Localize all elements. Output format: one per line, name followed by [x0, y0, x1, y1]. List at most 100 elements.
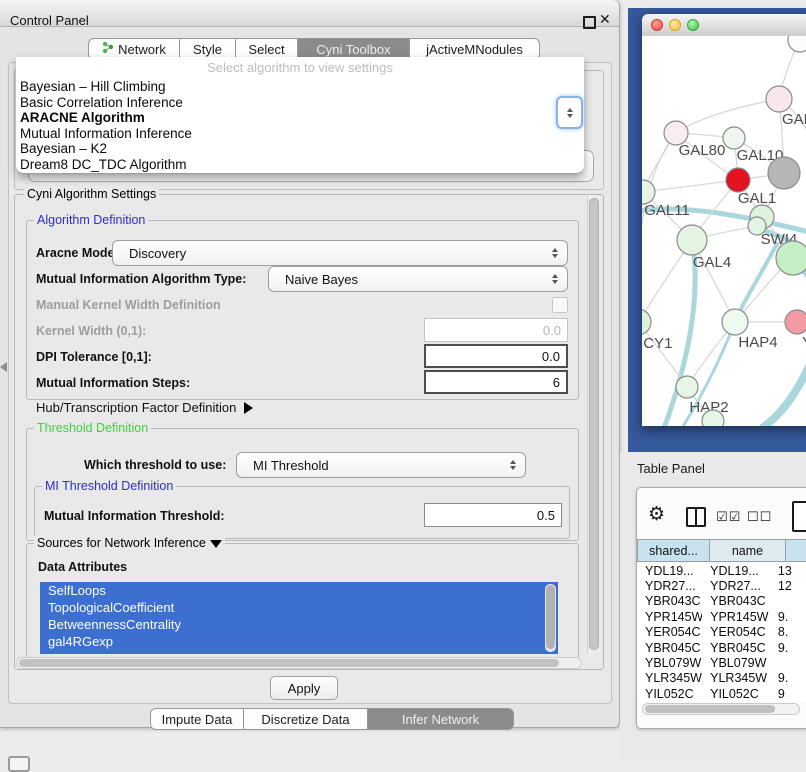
aracne-mode-combo[interactable]: Discovery: [112, 240, 568, 266]
dpi-tolerance-value: 0.0: [542, 349, 560, 364]
algorithm-option-aracne-algorithm[interactable]: ARACNE Algorithm: [16, 110, 584, 126]
network-view-window[interactable]: GALGAL80GAL10GAL1GAL11GAL4SWI4GCY1HAP4YH…: [642, 14, 806, 426]
tab-infer-network[interactable]: Infer Network: [368, 708, 514, 730]
settings-horizontal-scrollbar[interactable]: [16, 657, 582, 669]
network-node-gcy1[interactable]: [642, 309, 651, 335]
table-cell: YBR043C: [702, 594, 770, 608]
network-window-titlebar[interactable]: [642, 14, 806, 37]
mi-threshold-definition-title: MI Threshold Definition: [42, 479, 176, 493]
network-nodes[interactable]: GALGAL80GAL10GAL1GAL11GAL4SWI4GCY1HAP4YH…: [642, 36, 806, 426]
network-node-gal[interactable]: [766, 86, 792, 112]
attributes-scroll-thumb[interactable]: [546, 585, 555, 649]
corner-widget-icon[interactable]: [8, 756, 30, 772]
which-threshold-combo[interactable]: MI Threshold: [236, 452, 526, 478]
network-node[interactable]: [776, 241, 806, 275]
bottom-tab-bar: Impute DataDiscretize DataInfer Network: [150, 708, 514, 730]
manual-kernel-checkbox[interactable]: [552, 297, 568, 313]
tab-label: Network: [118, 42, 166, 57]
table-cell: 9.: [770, 671, 806, 685]
table-row[interactable]: YER054CYER054C8.: [637, 625, 806, 640]
minimize-traffic-light-icon[interactable]: [669, 19, 681, 31]
control-panel-titlebar[interactable]: [0, 0, 619, 27]
network-node[interactable]: [726, 168, 750, 192]
table-cell: YPR145W: [637, 610, 702, 624]
column-header-name[interactable]: name: [710, 539, 786, 562]
control-panel-title: Control Panel: [10, 13, 89, 28]
float-window-icon[interactable]: [583, 16, 596, 29]
table-scroll-thumb[interactable]: [645, 705, 775, 713]
deselect-all-checkboxes-icon[interactable]: ☐☐: [747, 509, 772, 525]
column-header-shared[interactable]: shared...: [637, 539, 710, 562]
node-label: GAL: [782, 111, 806, 128]
data-attributes-list[interactable]: SelfLoopsTopologicalCoefficientBetweenne…: [40, 582, 558, 654]
table-row[interactable]: YBL079WYBL079W: [637, 655, 806, 670]
columns-icon[interactable]: [686, 507, 706, 527]
tab-label: Style: [193, 42, 222, 57]
network-node-gal10[interactable]: [723, 127, 745, 149]
focused-spinner-fragment[interactable]: [556, 96, 583, 129]
attribute-item-gal4rgexp[interactable]: gal4RGexp: [40, 633, 558, 650]
attributes-scrollbar[interactable]: [545, 584, 556, 652]
hub-definition-toggle[interactable]: Hub/Transcription Factor Definition: [36, 400, 253, 415]
tab-impute-data[interactable]: Impute Data: [150, 708, 244, 730]
algorithm-option-bayesian-hill-climbing[interactable]: Bayesian – Hill Climbing: [16, 79, 584, 95]
attribute-item-topologicalcoefficient[interactable]: TopologicalCoefficient: [40, 599, 558, 616]
dpi-tolerance-field[interactable]: 0.0: [424, 344, 568, 368]
close-icon[interactable]: ✕: [599, 11, 611, 28]
table-header-row: shared...name: [637, 539, 806, 562]
algorithm-option-basic-correlation-inference[interactable]: Basic Correlation Inference: [16, 95, 584, 111]
attribute-item-betweennesscentrality[interactable]: BetweennessCentrality: [40, 616, 558, 633]
table-row[interactable]: YDR27...YDR27...12: [637, 578, 806, 593]
export-table-icon[interactable]: [792, 501, 806, 532]
table-row[interactable]: YIL052CYIL052C9: [637, 686, 806, 701]
algorithm-option-dream8-dc-tdc-algorithm[interactable]: Dream8 DC_TDC Algorithm: [16, 157, 584, 173]
attribute-item-selfloops[interactable]: SelfLoops: [40, 582, 558, 599]
table-row[interactable]: YBR045CYBR045C9.: [637, 640, 806, 655]
mi-steps-field[interactable]: 6: [424, 370, 568, 394]
node-label: Y: [802, 334, 806, 351]
table-cell: 8.: [770, 625, 806, 639]
table-cell: YBL079W: [637, 656, 702, 670]
settings-group-title: Cyni Algorithm Settings: [24, 187, 159, 201]
network-node-gal4[interactable]: [677, 225, 707, 255]
which-threshold-value: MI Threshold: [253, 458, 329, 473]
kernel-width-field[interactable]: 0.0: [424, 318, 568, 342]
network-node[interactable]: [702, 410, 724, 426]
select-all-checkboxes-icon[interactable]: ☑☑: [716, 509, 741, 525]
table-row[interactable]: YPR145WYPR145W9.: [637, 609, 806, 624]
settings-vertical-scrollbar[interactable]: [587, 196, 600, 654]
table-row[interactable]: YLR345WYLR345W9.: [637, 671, 806, 686]
gear-icon[interactable]: ⚙: [648, 503, 665, 526]
apply-button[interactable]: Apply: [270, 676, 338, 700]
node-label: GAL4: [693, 254, 731, 271]
combo-arrows-icon: [510, 460, 516, 470]
close-traffic-light-icon[interactable]: [651, 19, 663, 31]
table-horizontal-scrollbar[interactable]: [642, 703, 800, 715]
network-node-gal11[interactable]: [642, 180, 655, 204]
zoom-traffic-light-icon[interactable]: [687, 19, 699, 31]
network-node-y[interactable]: [785, 310, 806, 334]
network-node[interactable]: [788, 36, 806, 52]
settings-vertical-thumb[interactable]: [589, 198, 599, 650]
sources-group-title[interactable]: Sources for Network Inference: [34, 536, 225, 550]
mi-type-combo[interactable]: Naive Bayes: [268, 266, 568, 292]
table-cell: YDR27...: [702, 579, 770, 593]
mi-threshold-field[interactable]: 0.5: [424, 503, 562, 527]
table-row[interactable]: YDL19...YDL19...13: [637, 563, 806, 578]
tab-label: jActiveMNodules: [426, 42, 523, 57]
tab-discretize-data[interactable]: Discretize Data: [244, 708, 368, 730]
manual-kernel-label: Manual Kernel Width Definition: [36, 298, 221, 312]
column-header-clipped[interactable]: [786, 539, 806, 562]
network-node[interactable]: [768, 157, 800, 189]
table-row[interactable]: YBR043CYBR043C: [637, 594, 806, 609]
settings-horizontal-thumb[interactable]: [19, 659, 559, 667]
combo-arrows-icon: [552, 248, 558, 258]
mi-threshold-label: Mutual Information Threshold:: [44, 509, 225, 523]
network-node-hap2[interactable]: [676, 376, 698, 398]
algorithm-option-bayesian-k2[interactable]: Bayesian – K2: [16, 141, 584, 157]
algorithm-option-mutual-information-inference[interactable]: Mutual Information Inference: [16, 126, 584, 142]
dpi-tolerance-label: DPI Tolerance [0,1]:: [36, 350, 152, 364]
split-pane-collapse-icon[interactable]: [0, 362, 7, 372]
network-canvas[interactable]: GALGAL80GAL10GAL1GAL11GAL4SWI4GCY1HAP4YH…: [642, 36, 806, 426]
network-node-hap4[interactable]: [722, 309, 748, 335]
